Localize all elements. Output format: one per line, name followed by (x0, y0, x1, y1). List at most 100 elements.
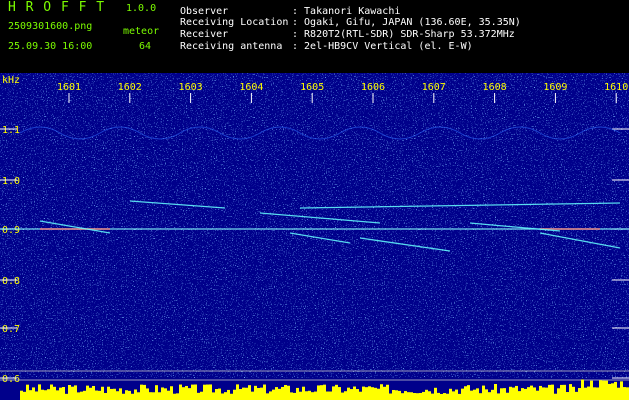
level-bar (47, 389, 50, 400)
level-bar (227, 389, 230, 400)
level-bar (83, 390, 86, 400)
level-bar (302, 386, 305, 400)
level-bar (584, 387, 587, 400)
level-bar (272, 389, 275, 400)
level-bar (398, 390, 401, 400)
level-bar (614, 381, 617, 400)
level-bar (344, 391, 347, 400)
level-bar (368, 386, 371, 400)
level-bar (185, 385, 188, 400)
level-bar (350, 389, 353, 400)
level-bar (590, 380, 593, 400)
level-bar (179, 384, 182, 400)
level-bar (620, 381, 623, 400)
level-bar (452, 391, 455, 400)
level-bar (386, 384, 389, 400)
level-bar (56, 390, 59, 400)
level-bar (617, 387, 620, 400)
level-bar (551, 384, 554, 400)
level-bar (68, 385, 71, 400)
level-bar (569, 384, 572, 400)
y-tick-label: 0.6 (2, 374, 20, 385)
level-bar (209, 384, 212, 400)
level-bar (32, 387, 35, 400)
level-bar (41, 389, 44, 400)
level-bar (137, 392, 140, 400)
level-bar (29, 390, 32, 400)
level-bar (134, 389, 137, 400)
level-bar (113, 388, 116, 400)
x-tick-label: 1608 (483, 82, 507, 93)
level-bar (533, 387, 536, 400)
level-bar (605, 380, 608, 400)
level-bar (233, 389, 236, 400)
level-bar (536, 390, 539, 400)
level-bar (503, 388, 506, 400)
level-bar (170, 386, 173, 400)
antenna-label: Receiving antenna (180, 41, 283, 52)
level-bar (353, 386, 356, 400)
level-bar (164, 388, 167, 400)
y-tick-label: 0.7 (2, 324, 20, 335)
level-bar (431, 393, 434, 400)
level-bar (479, 393, 482, 400)
level-bar (152, 392, 155, 400)
level-bar (44, 390, 47, 400)
level-bar (623, 387, 626, 400)
level-bar (38, 384, 41, 400)
level-bar (215, 389, 218, 400)
level-bar (110, 388, 113, 400)
level-bar (287, 385, 290, 400)
level-bar (191, 384, 194, 400)
level-bar (167, 390, 170, 400)
level-bar (230, 393, 233, 400)
level-bar (206, 384, 209, 400)
y-tick-label: 1.0 (2, 176, 20, 187)
y-unit-label: kHz (2, 75, 20, 86)
location-value: : Ogaki, Gifu, JAPAN (136.60E, 35.35N) (292, 17, 521, 28)
x-tick-label: 1603 (179, 82, 203, 93)
level-bar (395, 390, 398, 400)
level-bar (89, 387, 92, 400)
level-bar (20, 390, 23, 400)
level-bar (407, 392, 410, 400)
level-bar (383, 386, 386, 400)
level-bar (269, 391, 272, 400)
level-bar (146, 388, 149, 400)
level-bar (437, 392, 440, 400)
y-tick-label: 0.8 (2, 276, 20, 287)
level-bar (155, 385, 158, 400)
level-bar (290, 392, 293, 400)
level-bar (221, 393, 224, 400)
file-name: 2509301600.png (8, 21, 93, 32)
level-bar (485, 389, 488, 400)
level-bar (245, 387, 248, 400)
level-bar (476, 388, 479, 400)
level-bar (554, 393, 557, 400)
level-bar (332, 386, 335, 400)
x-tick-label: 1602 (118, 82, 142, 93)
level-bar (299, 391, 302, 400)
y-tick-label: 0.9 (2, 225, 20, 236)
noise-layer (0, 73, 629, 378)
level-bar (341, 392, 344, 400)
level-bar (158, 392, 161, 400)
level-bar (224, 392, 227, 400)
level-bar (515, 385, 518, 400)
level-bar (92, 385, 95, 400)
level-bar (263, 384, 266, 400)
x-tick-label: 1605 (300, 82, 324, 93)
level-bar (482, 385, 485, 400)
level-bar (80, 391, 83, 400)
level-bar (260, 387, 263, 400)
level-bar (59, 387, 62, 400)
level-bar (410, 392, 413, 400)
date-time: 25.09.30 16:00 (8, 41, 93, 52)
level-bar (494, 384, 497, 400)
level-bar (425, 389, 428, 400)
level-bar (317, 385, 320, 400)
level-bar (323, 384, 326, 400)
level-bar (518, 391, 521, 400)
level-bar (71, 386, 74, 400)
level-bar (308, 390, 311, 400)
